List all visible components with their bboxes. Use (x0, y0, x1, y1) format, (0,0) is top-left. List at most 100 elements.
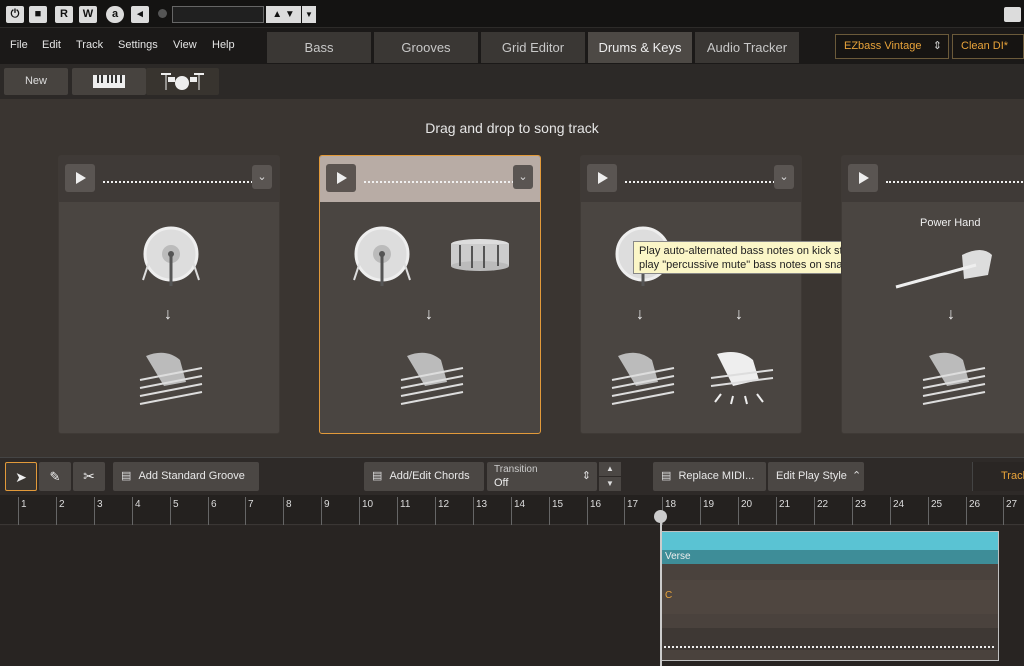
menu-file[interactable]: File (10, 39, 28, 51)
edit-play-style-button[interactable]: Edit Play Style ⌃ (768, 462, 864, 491)
groove-card-2[interactable]: ⌄ ↓ (319, 155, 541, 434)
add-chords-label: Add/Edit Chords (389, 470, 470, 482)
menu-track[interactable]: Track (76, 39, 103, 51)
song-part-block[interactable]: Verse C (661, 531, 999, 661)
chevron-down-icon[interactable]: ⌄ (774, 165, 794, 189)
bar-number: 11 (400, 499, 411, 510)
ruler-tick (473, 497, 474, 525)
part-header (662, 532, 998, 550)
tab-audio-tracker[interactable]: Audio Tracker (695, 32, 799, 63)
ruler-tick (208, 497, 209, 525)
add-standard-groove-button[interactable]: ▤ Add Standard Groove (113, 462, 259, 491)
play-icon[interactable] (848, 164, 878, 192)
timeline-ruler[interactable] (0, 495, 1024, 525)
rewind-icon[interactable]: ◂ (131, 6, 149, 23)
tempo-stepper-icon[interactable]: ▲ ▼ (266, 6, 301, 23)
groove-card-4[interactable]: Power Hand ↓ (841, 155, 1024, 434)
chevron-down-icon[interactable]: ▼ (599, 477, 621, 491)
ruler-tick (283, 497, 284, 525)
drum-view-button[interactable] (146, 68, 219, 95)
menu-edit[interactable]: Edit (42, 39, 61, 51)
chevron-up-icon[interactable]: ▲ (599, 462, 621, 476)
drumstick-hand-icon (895, 250, 992, 289)
arrow-down-icon: ↓ (735, 306, 743, 323)
ruler-tick (1003, 497, 1004, 525)
bar-number: 19 (703, 499, 715, 510)
card-header: ⌄ (59, 156, 279, 202)
write-button[interactable]: W (79, 6, 97, 23)
ruler-tick (94, 497, 95, 525)
tab-grooves[interactable]: Grooves (374, 32, 478, 63)
card-header: ⌄ (581, 156, 801, 202)
bar-number: 25 (931, 499, 943, 510)
ruler-tick (321, 497, 322, 525)
camera-icon[interactable] (1004, 7, 1021, 22)
kick-drum-icon (142, 226, 200, 286)
menu-help[interactable]: Help (212, 39, 235, 51)
kick-drum-icon (353, 226, 411, 286)
record-button[interactable]: R (55, 6, 73, 23)
menu-view[interactable]: View (173, 39, 197, 51)
play-icon[interactable] (65, 164, 95, 192)
transition-select[interactable]: Transition Off ⇕ (487, 462, 597, 491)
keyboard-view-button[interactable] (72, 68, 146, 95)
tab-bass[interactable]: Bass (267, 32, 371, 63)
transition-value: Off (494, 477, 509, 489)
instrument-preset-select[interactable]: EZbass Vintage ⇕ (835, 34, 949, 59)
track-label[interactable]: Track (972, 462, 1024, 491)
play-icon[interactable] (587, 164, 617, 192)
ruler-tick (18, 497, 19, 525)
chevron-down-icon[interactable]: ⌄ (513, 165, 533, 189)
section-label: Verse (662, 550, 998, 564)
groove-card-1[interactable]: ⌄ ↓ (58, 155, 280, 434)
power-icon[interactable]: ⏻ (6, 6, 24, 23)
bar-number: 15 (552, 499, 564, 510)
replace-midi-button[interactable]: ▤ Replace MIDI... (653, 462, 766, 491)
replace-midi-icon: ▤ (661, 470, 672, 482)
bar-number: 3 (97, 499, 103, 510)
bar-number: 9 (324, 499, 330, 510)
ruler-tick (359, 497, 360, 525)
ruler-tick (738, 497, 739, 525)
pencil-tool-icon[interactable]: ✎ (39, 462, 71, 491)
bass-hand-icon (400, 352, 464, 405)
menu-settings[interactable]: Settings (118, 39, 158, 51)
chord-lane: C (662, 580, 998, 614)
add-edit-chords-button[interactable]: ▤ Add/Edit Chords (364, 462, 484, 491)
tab-drums-keys[interactable]: Drums & Keys (588, 32, 692, 63)
groove-pattern (364, 181, 514, 183)
timecode-field[interactable] (172, 6, 264, 23)
bass-hand-icon (922, 352, 986, 405)
groove-pattern (625, 181, 775, 183)
chevron-down-icon[interactable]: ▼ (302, 6, 316, 23)
edit-play-style-label: Edit Play Style (776, 470, 847, 482)
bar-number: 8 (286, 499, 292, 510)
ruler-tick (928, 497, 929, 525)
power-hand-label: Power Hand (920, 217, 981, 229)
bar-number: 7 (248, 499, 254, 510)
card-header (842, 156, 1024, 202)
groove-pattern (103, 181, 253, 183)
playhead-handle-icon[interactable] (654, 510, 667, 523)
play-icon[interactable] (326, 164, 356, 192)
sound-preset-select[interactable]: Clean DI* (952, 34, 1024, 59)
chevron-down-icon[interactable]: ⌄ (252, 165, 272, 189)
ruler-tick (814, 497, 815, 525)
transport-bar: ⏻ ■ R W a ◂ ▲ ▼ ▼ (0, 0, 1024, 28)
new-button[interactable]: New (4, 68, 68, 95)
ruler-tick (132, 497, 133, 525)
automation-icon[interactable]: a (106, 6, 124, 23)
arrow-down-icon: ↓ (425, 306, 433, 323)
ruler-tick (511, 497, 512, 525)
groove-card-3[interactable]: ⌄ ↓ ↓ (580, 155, 802, 434)
arrow-down-icon: ↓ (947, 306, 955, 323)
playhead[interactable] (660, 511, 662, 666)
tab-grid-editor[interactable]: Grid Editor (481, 32, 585, 63)
scissors-tool-icon[interactable]: ✂ (73, 462, 105, 491)
stop-icon[interactable]: ■ (29, 6, 47, 23)
bar-number: 16 (590, 499, 602, 510)
bar-number: 13 (476, 499, 488, 510)
instrument-preset-label: EZbass Vintage (844, 40, 922, 52)
bar-number: 6 (211, 499, 217, 510)
select-tool-icon[interactable]: ➤ (5, 462, 37, 491)
